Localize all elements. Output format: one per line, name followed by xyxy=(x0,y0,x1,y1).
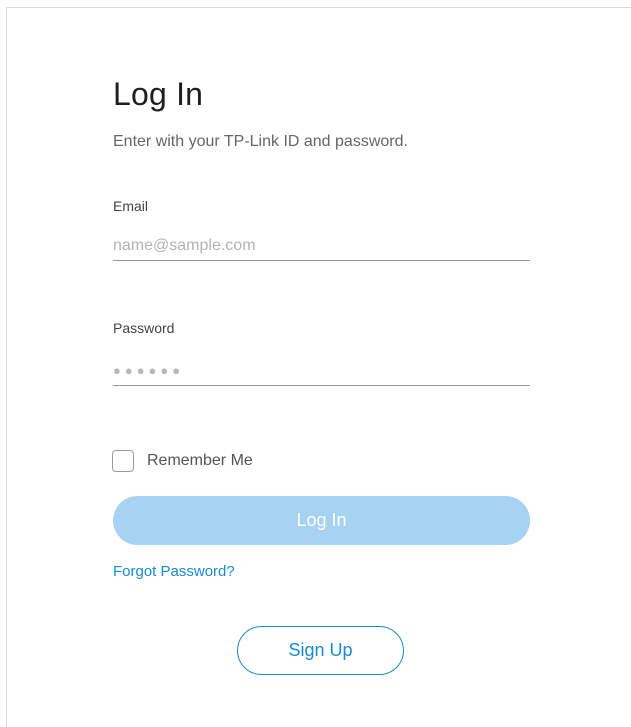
login-button[interactable]: Log In xyxy=(113,496,530,545)
password-label: Password xyxy=(113,320,175,336)
forgot-password-link[interactable]: Forgot Password? xyxy=(113,563,235,580)
sign-up-button[interactable]: Sign Up xyxy=(237,626,404,675)
email-field[interactable] xyxy=(113,232,530,261)
page-title: Log In xyxy=(113,76,204,112)
remember-me-checkbox[interactable] xyxy=(112,450,134,472)
remember-me-label: Remember Me xyxy=(147,452,253,469)
page-subtitle: Enter with your TP-Link ID and password. xyxy=(113,133,408,150)
remember-me-option[interactable]: Remember Me xyxy=(112,450,253,472)
email-label: Email xyxy=(113,198,149,214)
password-field[interactable] xyxy=(113,357,530,386)
